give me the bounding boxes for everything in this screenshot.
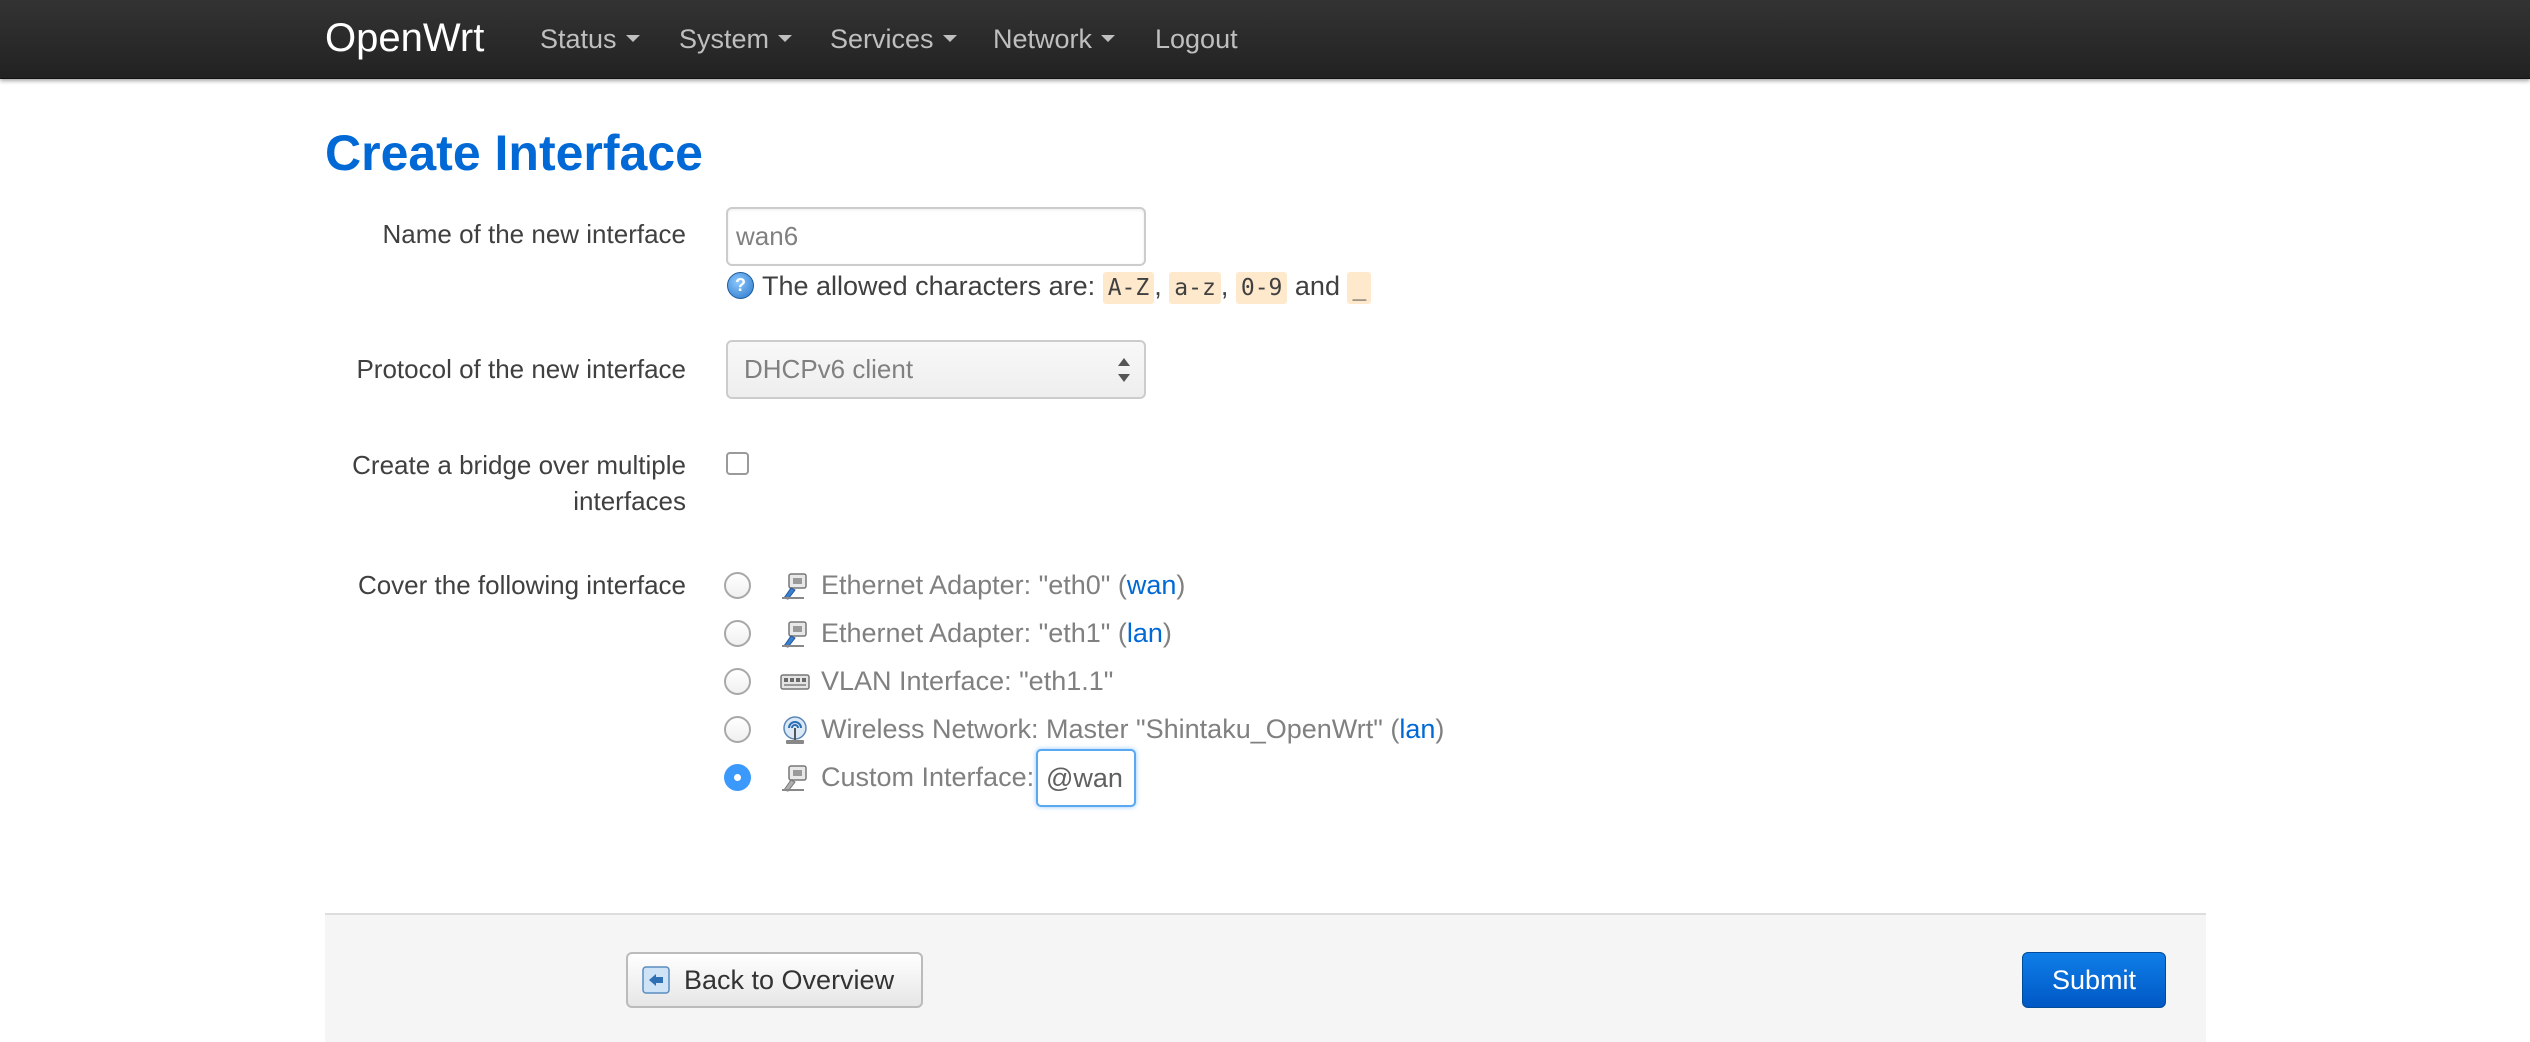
ethernet-port-icon bbox=[782, 573, 807, 600]
nav-logout-link[interactable]: Logout bbox=[1155, 20, 1238, 58]
interface-name-input[interactable] bbox=[726, 207, 1146, 266]
caret-down-icon bbox=[625, 35, 640, 43]
option-text: Ethernet Adapter: "eth0" ( bbox=[821, 570, 1127, 600]
option-text: Ethernet Adapter: "eth1" ( bbox=[821, 618, 1127, 648]
radio-eth1-1[interactable] bbox=[724, 668, 751, 695]
back-arrow-icon bbox=[642, 966, 670, 994]
ethernet-port-icon bbox=[782, 765, 807, 792]
nav-system-menu[interactable]: System bbox=[679, 20, 793, 58]
hint-comma: , bbox=[1220, 271, 1229, 301]
radio-eth0[interactable] bbox=[724, 572, 751, 599]
caret-down-icon bbox=[1101, 35, 1116, 43]
brand-logo[interactable]: OpenWrt bbox=[325, 10, 484, 66]
hint-token-underscore: _ bbox=[1347, 272, 1372, 304]
radio-wireless[interactable] bbox=[724, 716, 751, 743]
nav-status-label: Status bbox=[540, 24, 617, 54]
help-icon: ? bbox=[727, 272, 754, 300]
hint-token-digits: 0-9 bbox=[1235, 272, 1288, 304]
back-to-overview-button[interactable]: Back to Overview bbox=[626, 952, 923, 1008]
nav-network-menu[interactable]: Network bbox=[993, 20, 1116, 58]
bridge-checkbox[interactable] bbox=[726, 452, 749, 475]
option-text: Custom Interface: bbox=[821, 762, 1035, 792]
top-navbar: OpenWrt Status System Services Network L… bbox=[0, 0, 2530, 79]
option-suffix: ) bbox=[1435, 714, 1445, 744]
cover-interface-label: Cover the following interface bbox=[357, 570, 686, 600]
vlan-switch-icon bbox=[780, 674, 810, 690]
caret-down-icon bbox=[778, 35, 793, 43]
option-text: VLAN Interface: "eth1.1" bbox=[821, 666, 1114, 696]
interface-name-label: Name of the new interface bbox=[382, 219, 687, 249]
hint-text: The allowed characters are: bbox=[762, 271, 1096, 301]
select-arrows-icon bbox=[1118, 358, 1130, 382]
option-suffix: ) bbox=[1162, 618, 1172, 648]
radio-eth1[interactable] bbox=[724, 620, 751, 647]
nav-status-menu[interactable]: Status bbox=[540, 20, 640, 58]
option-label: Ethernet Adapter: "eth1" (lan) bbox=[821, 613, 1172, 653]
network-link-lan[interactable]: lan bbox=[1399, 714, 1435, 744]
allowed-characters-hint: ? The allowed characters are: A-Z, a-z, 0… bbox=[727, 266, 1372, 306]
option-label: Custom Interface: bbox=[821, 757, 1034, 797]
nav-system-label: System bbox=[679, 24, 770, 54]
network-link-wan[interactable]: wan bbox=[1127, 570, 1177, 600]
bridge-label-line2: interfaces bbox=[573, 486, 686, 516]
custom-interface-input[interactable] bbox=[1036, 749, 1136, 807]
back-button-label: Back to Overview bbox=[684, 965, 895, 995]
protocol-select[interactable]: DHCPv6 client bbox=[726, 340, 1146, 399]
nav-network-label: Network bbox=[993, 24, 1093, 54]
radio-custom[interactable] bbox=[724, 764, 751, 791]
nav-services-menu[interactable]: Services bbox=[830, 20, 957, 58]
hint-token-uppercase: A-Z bbox=[1102, 272, 1155, 304]
protocol-label: Protocol of the new interface bbox=[356, 354, 686, 384]
option-label: VLAN Interface: "eth1.1" bbox=[821, 661, 1113, 701]
hint-comma: , bbox=[1154, 271, 1162, 301]
bridge-label-line1: Create a bridge over multiple bbox=[352, 450, 686, 480]
caret-down-icon bbox=[942, 35, 957, 43]
submit-button[interactable]: Submit bbox=[2022, 952, 2166, 1008]
protocol-selected-value: DHCPv6 client bbox=[744, 354, 914, 384]
option-label: Ethernet Adapter: "eth0" (wan) bbox=[821, 565, 1185, 605]
option-label: Wireless Network: Master "Shintaku_OpenW… bbox=[821, 709, 1444, 749]
form-actions-bar: Back to Overview Submit bbox=[325, 913, 2206, 1042]
network-link-lan[interactable]: lan bbox=[1127, 618, 1163, 648]
wireless-icon bbox=[783, 716, 807, 744]
hint-and: and bbox=[1294, 271, 1340, 301]
nav-services-label: Services bbox=[830, 24, 934, 54]
ethernet-port-icon bbox=[782, 621, 807, 648]
nav-logout-label: Logout bbox=[1155, 24, 1238, 54]
page-title: Create Interface bbox=[325, 125, 703, 181]
hint-token-lowercase: a-z bbox=[1169, 272, 1221, 304]
option-suffix: ) bbox=[1176, 570, 1186, 600]
option-text: Wireless Network: Master "Shintaku_OpenW… bbox=[821, 714, 1400, 744]
